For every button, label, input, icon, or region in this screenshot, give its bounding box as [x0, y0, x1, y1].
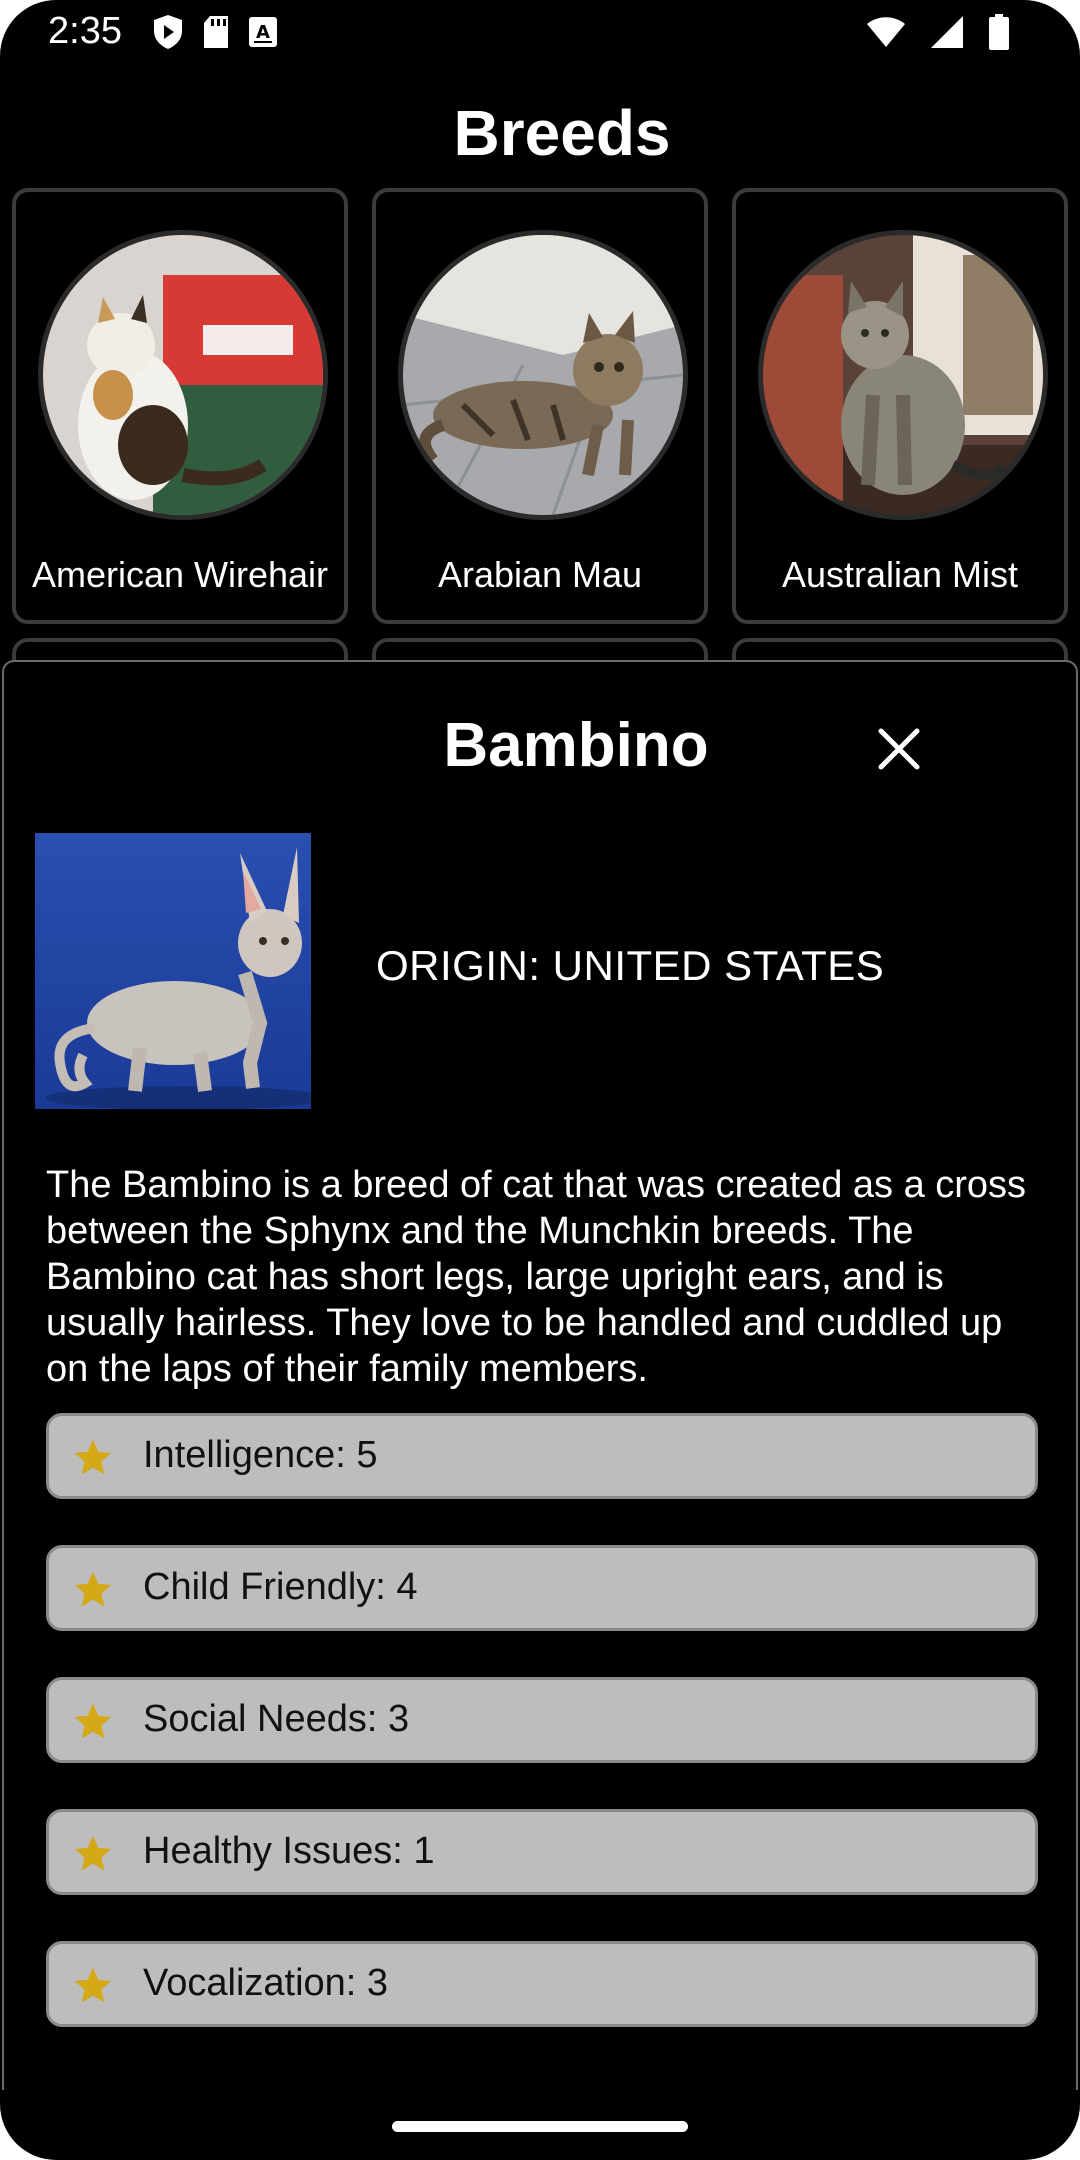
- breed-detail-sheet: Bambino ORIGIN: UNITED STATES The Bambin…: [2, 660, 1078, 2090]
- shield-play-icon: [152, 14, 184, 55]
- font-icon: A: [248, 16, 278, 53]
- status-bar: 2:35 A: [0, 0, 1080, 66]
- breed-card[interactable]: Australian Mist: [732, 188, 1068, 624]
- stat-social-needs: Social Needs: 3: [46, 1677, 1038, 1763]
- stat-vocalization: Vocalization: 3: [46, 1941, 1038, 2027]
- star-icon: [74, 1703, 112, 1739]
- svg-text:A: A: [256, 22, 270, 43]
- page-title: Breeds: [453, 97, 671, 169]
- status-time: 2:35: [48, 10, 122, 52]
- breed-photo: [35, 833, 311, 1109]
- star-icon: [74, 1835, 112, 1871]
- stat-label: Child Friendly: 4: [143, 1566, 418, 1608]
- breed-description: The Bambino is a breed of cat that was c…: [46, 1164, 1027, 1390]
- stat-label: Vocalization: 3: [143, 1962, 389, 2004]
- battery-icon: [988, 14, 1010, 55]
- stat-label: Intelligence: 5: [143, 1434, 378, 1476]
- stat-child-friendly: Child Friendly: 4: [46, 1545, 1038, 1631]
- breed-card[interactable]: American Wirehair: [12, 188, 348, 624]
- app-screen: 2:35 A Breeds American Wirehair Arabian …: [0, 0, 1080, 2160]
- sd-card-icon: [202, 15, 230, 54]
- stat-label: Healthy Issues: 1: [143, 1830, 435, 1872]
- home-gesture-handle[interactable]: [392, 2121, 688, 2132]
- origin-text: ORIGIN: UNITED STATES: [376, 942, 885, 989]
- breed-name: American Wirehair: [31, 554, 329, 595]
- breed-name: Arabian Mau: [437, 554, 643, 595]
- star-icon: [74, 1571, 112, 1607]
- stat-label: Social Needs: 3: [143, 1698, 410, 1740]
- signal-icon: [930, 15, 964, 54]
- cat-photo-icon: [38, 230, 328, 520]
- cat-photo-icon: [758, 230, 1048, 520]
- cat-photo-icon: [398, 230, 688, 520]
- breed-name: Australian Mist: [781, 554, 1019, 595]
- breed-card[interactable]: Arabian Mau: [372, 188, 708, 624]
- close-button[interactable]: [864, 714, 934, 784]
- stat-intelligence: Intelligence: 5: [46, 1413, 1038, 1499]
- close-icon: [878, 728, 920, 770]
- star-icon: [74, 1967, 112, 2003]
- stat-health-issues: Healthy Issues: 1: [46, 1809, 1038, 1895]
- star-icon: [74, 1439, 112, 1475]
- wifi-icon: [866, 16, 906, 53]
